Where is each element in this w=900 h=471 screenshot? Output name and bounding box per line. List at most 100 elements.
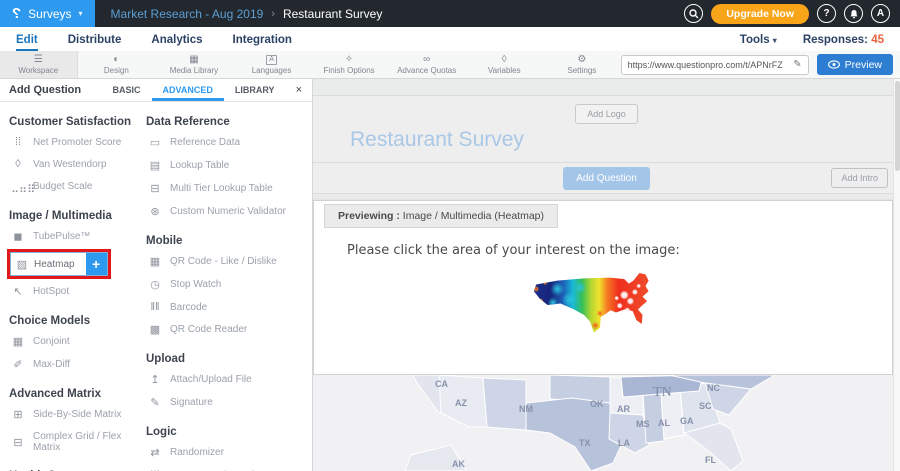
add-intro-button[interactable]: Add Intro — [831, 168, 888, 188]
state-label: SC — [699, 401, 712, 411]
panel-item-stop-watch[interactable]: ◷ Stop Watch — [146, 273, 304, 296]
responses-count: 45 — [871, 34, 884, 46]
table-icon: ▤ — [148, 159, 162, 172]
heatmap-usa-image[interactable] — [527, 266, 679, 350]
survey-url-box: ✎ — [621, 55, 809, 75]
panel-item-hotspot[interactable]: ↖ HotSpot — [9, 280, 146, 303]
toolbar-advance-quotas[interactable]: ∞ Advance Quotas — [388, 51, 466, 78]
close-panel-button[interactable]: × — [286, 79, 312, 101]
survey-header-block: Add Logo Restaurant Survey Add Question … — [313, 95, 900, 194]
state-label: OK — [590, 399, 604, 409]
validator-icon: ⊛ — [148, 205, 162, 218]
surveys-menu-label: Surveys — [28, 7, 71, 21]
toolbar-settings[interactable]: ⚙ Settings — [543, 51, 621, 78]
account-avatar[interactable]: A — [871, 4, 890, 23]
preview-button[interactable]: Preview — [817, 54, 893, 75]
toolbar-media-library[interactable]: ▦ Media Library — [155, 51, 233, 78]
state-label: AR — [617, 404, 630, 414]
bar-chart-icon: ⣀⣤⣶ — [11, 180, 25, 193]
shuffle-icon: ⇄ — [148, 446, 162, 459]
panel-item-van-westendorp[interactable]: ◊ Van Westendorp — [9, 153, 146, 175]
gear-icon: ⚙ — [577, 54, 586, 65]
panel-item-qr-code-reader[interactable]: ▩ QR Code Reader — [146, 318, 304, 341]
background-usa-map[interactable]: CA AZ NM OK AR TN NC SC MS AL GA TX LA F… — [313, 375, 893, 471]
section-mobile: Mobile — [146, 235, 304, 247]
usa-states-shapes — [313, 375, 893, 471]
section-image-multimedia: Image / Multimedia — [9, 210, 146, 222]
workspace-icon: ☰ — [34, 54, 43, 65]
tab-basic[interactable]: BASIC — [102, 79, 152, 101]
magic-wand-icon: ✧ — [345, 54, 353, 65]
toolbar-languages[interactable]: A Languages — [233, 51, 311, 78]
panel-item-budget-scale[interactable]: ⣀⣤⣶ Budget Scale — [9, 175, 146, 198]
questionpro-logo-icon: ? — [12, 5, 21, 22]
video-camera-icon: ◼ — [11, 230, 25, 243]
add-logo-button[interactable]: Add Logo — [575, 104, 638, 124]
tools-menu[interactable]: Tools ▾ — [740, 34, 777, 51]
nav-tab-distribute[interactable]: Distribute — [68, 34, 122, 51]
panel-item-barcode[interactable]: ‖‖ Barcode — [146, 296, 304, 318]
panel-item-side-by-side-matrix[interactable]: ⊞ Side-By-Side Matrix — [9, 403, 146, 426]
surveys-menu[interactable]: ? Surveys ▾ — [0, 0, 95, 27]
panel-item-lookup-table[interactable]: ▤ Lookup Table — [146, 154, 304, 177]
panel-item-tubepulse[interactable]: ◼ TubePulse™ — [9, 225, 146, 248]
section-logic: Logic — [146, 426, 304, 438]
panel-item-conjoint[interactable]: ▦ Conjoint — [9, 330, 146, 353]
state-label: AK — [452, 459, 465, 469]
toolbar-variables[interactable]: ◊ Variables — [465, 51, 543, 78]
panel-item-net-promoter-score[interactable]: ⁞⁞ Net Promoter Score — [9, 131, 146, 153]
section-data-reference: Data Reference — [146, 116, 304, 128]
section-choice-models: Choice Models — [9, 315, 146, 327]
tab-advanced[interactable]: ADVANCED — [152, 79, 224, 101]
panel-item-randomizer[interactable]: ⇄ Randomizer — [146, 441, 304, 464]
panel-item-multi-tier-lookup[interactable]: ⊟ Multi Tier Lookup Table — [146, 177, 304, 200]
help-button[interactable]: ? — [817, 4, 836, 23]
toolbar-finish-options[interactable]: ✧ Finish Options — [310, 51, 388, 78]
breadcrumb: Market Research - Aug 2019 › Restaurant … — [111, 7, 383, 21]
languages-icon: A — [266, 55, 277, 65]
panel-item-reference-data[interactable]: ▭ Reference Data — [146, 131, 304, 154]
state-label: CA — [435, 379, 448, 389]
state-label: AL — [658, 418, 670, 428]
panel-title: Add Question — [0, 84, 102, 96]
flex-grid-icon: ⊟ — [11, 436, 25, 449]
panel-item-custom-logic-engine[interactable]: Ψ Custom Logic Engine — [146, 464, 304, 471]
panel-item-attach-upload-file[interactable]: ↥ Attach/Upload File — [146, 368, 304, 391]
heatmap-image-icon: ▨ — [15, 258, 29, 271]
breadcrumb-parent[interactable]: Market Research - Aug 2019 — [111, 7, 264, 21]
panel-item-heatmap[interactable]: ▨ Heatmap + — [10, 252, 108, 276]
edit-toolbar: ☰ Workspace ◐ Design ▦ Media Library A L… — [0, 51, 900, 79]
scrollbar-thumb[interactable] — [895, 81, 900, 171]
previewing-question-type: Image / Multimedia (Heatmap) — [403, 210, 544, 222]
toolbar-design[interactable]: ◐ Design — [78, 51, 156, 78]
edit-url-pencil-icon[interactable]: ✎ — [793, 59, 801, 70]
nav-tab-analytics[interactable]: Analytics — [151, 34, 202, 51]
question-preview-card: Previewing : Image / Multimedia (Heatmap… — [313, 200, 893, 375]
caret-down-icon: ▾ — [79, 9, 83, 18]
panel-item-max-diff[interactable]: ✐ Max-Diff — [9, 353, 146, 376]
survey-url-input[interactable] — [628, 60, 790, 70]
nav-tab-integration[interactable]: Integration — [233, 34, 292, 51]
nav-tab-edit[interactable]: Edit — [16, 34, 38, 51]
responses-counter[interactable]: Responses: 45 — [803, 34, 884, 51]
survey-title[interactable]: Restaurant Survey — [350, 128, 900, 152]
panel-item-qr-like-dislike[interactable]: ▦ QR Code - Like / Dislike — [146, 250, 304, 273]
state-label: LA — [618, 438, 630, 448]
add-question-button[interactable]: Add Question — [563, 167, 650, 190]
vertical-scrollbar[interactable] — [893, 79, 900, 471]
tab-library[interactable]: LIBRARY — [224, 79, 286, 101]
toolbar-workspace[interactable]: ☰ Workspace — [0, 51, 78, 78]
panel-item-custom-numeric-validator[interactable]: ⊛ Custom Numeric Validator — [146, 200, 304, 223]
section-customer-satisfaction: Customer Satisfaction — [9, 116, 146, 128]
price-tag-icon: ◊ — [11, 158, 25, 170]
panel-item-complex-grid[interactable]: ⊟ Complex Grid / Flex Matrix — [9, 426, 146, 458]
panel-item-signature[interactable]: ✎ Signature — [146, 391, 304, 414]
breadcrumb-current: Restaurant Survey — [283, 7, 382, 21]
signature-pen-icon: ✎ — [148, 396, 162, 409]
add-heatmap-button[interactable]: + — [86, 253, 107, 275]
search-button[interactable] — [684, 4, 703, 23]
qr-reader-icon: ▩ — [148, 323, 162, 336]
notifications-button[interactable] — [844, 4, 863, 23]
upgrade-now-button[interactable]: Upgrade Now — [711, 4, 809, 24]
qr-code-icon: ▦ — [148, 255, 162, 268]
